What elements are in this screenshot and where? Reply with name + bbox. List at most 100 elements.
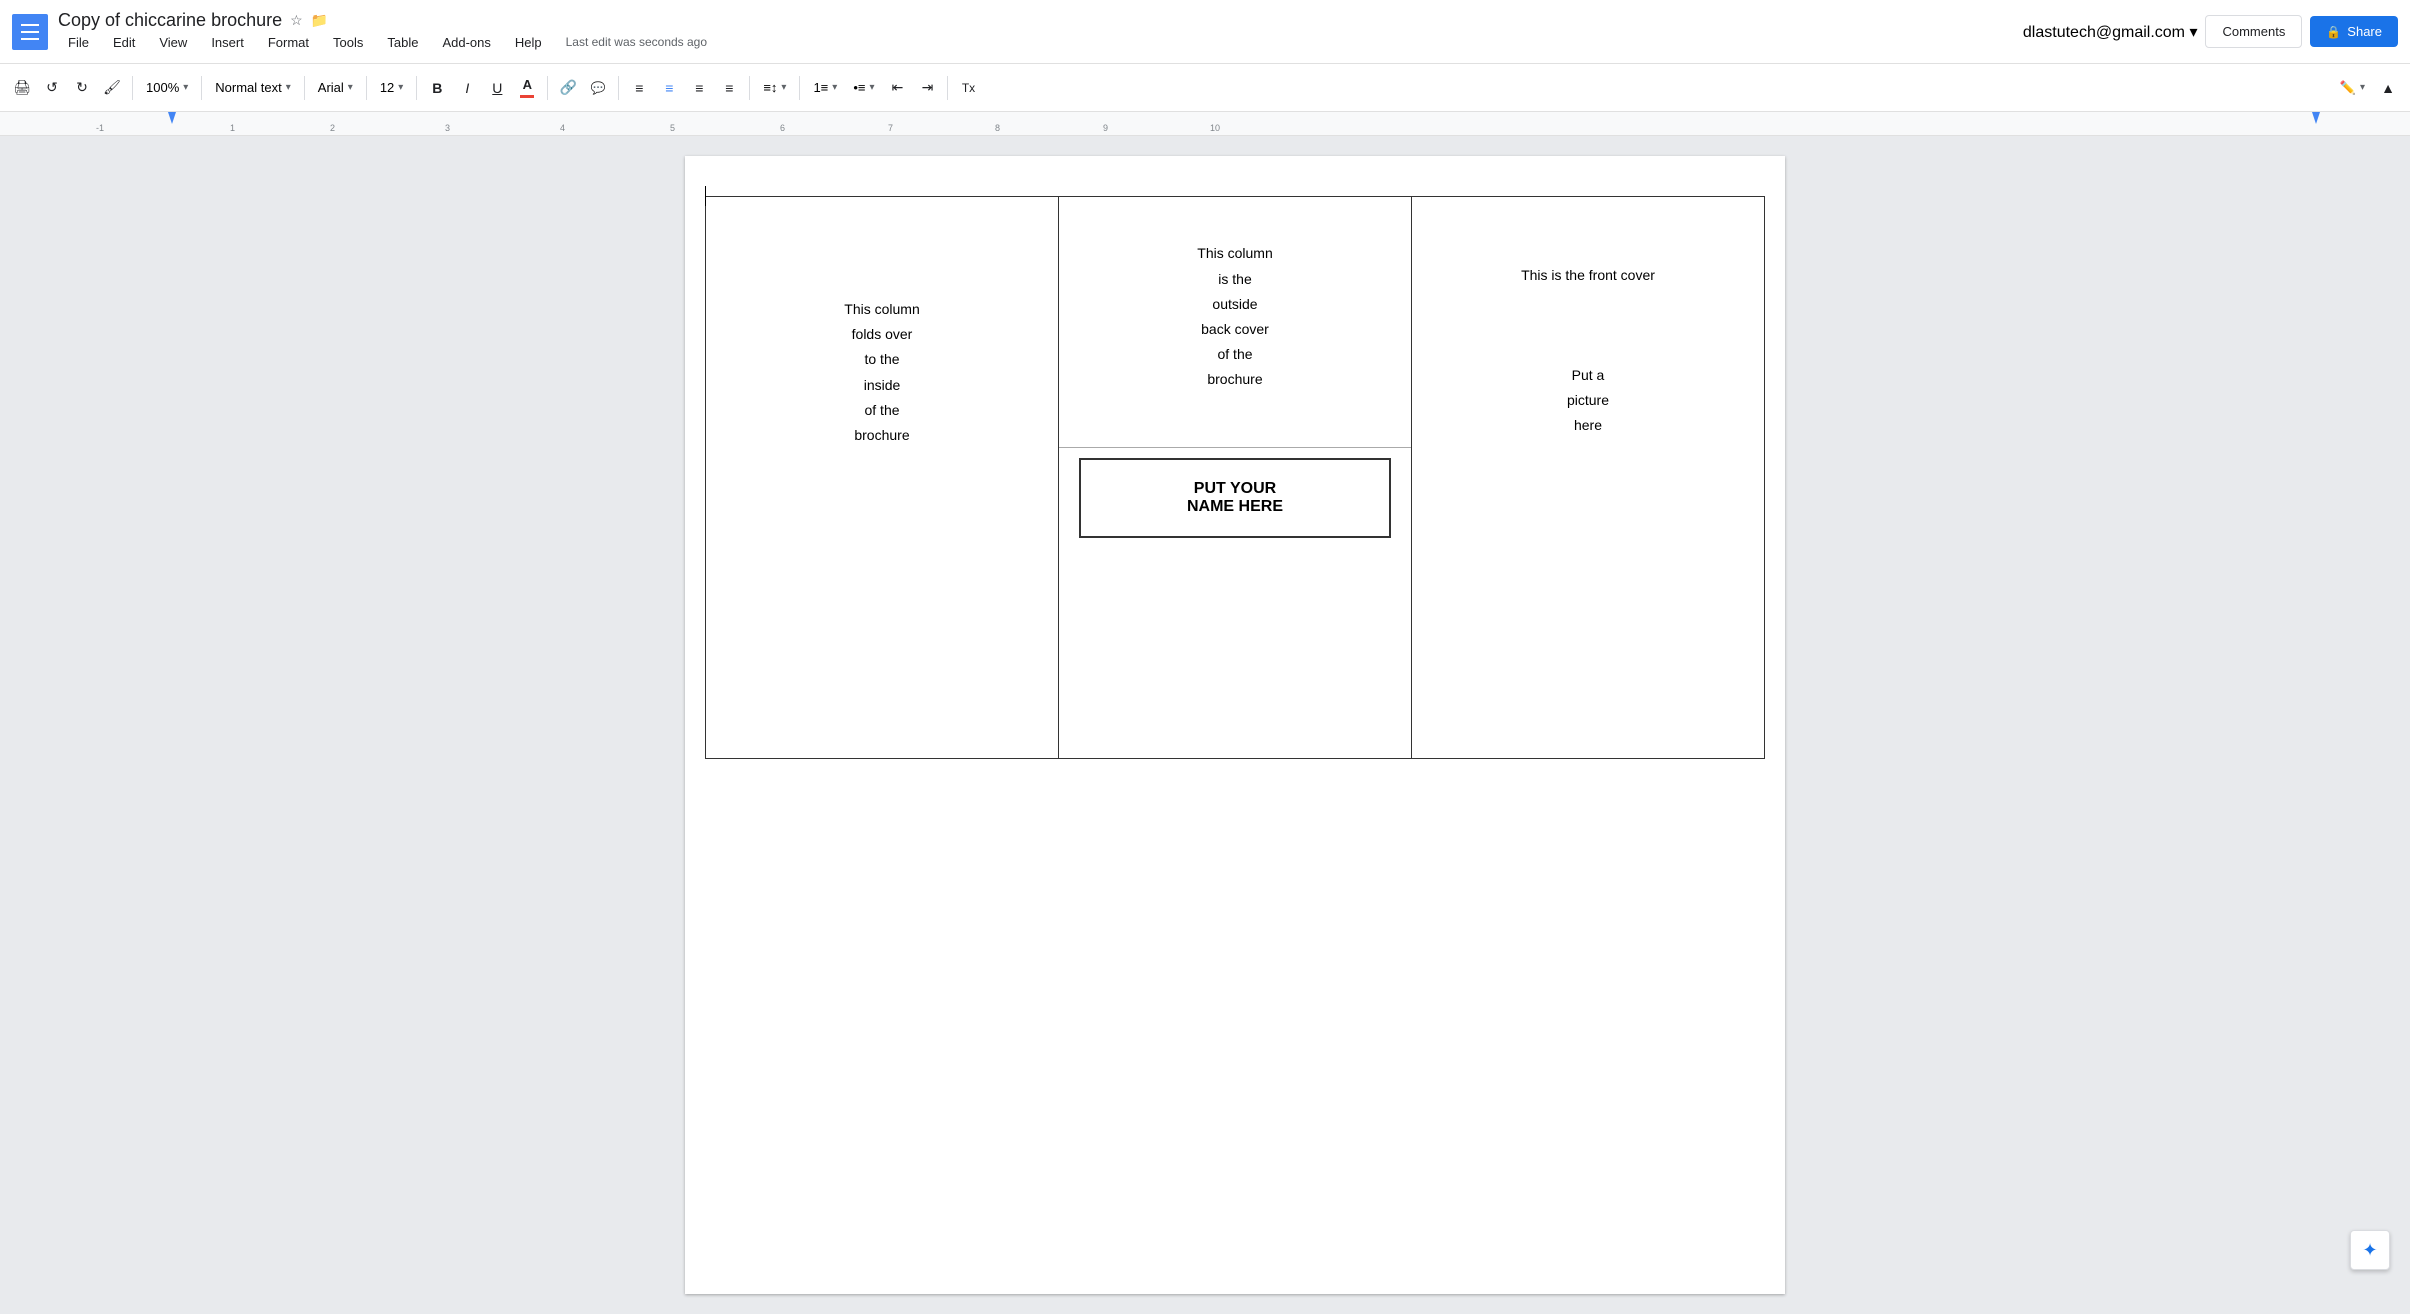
left-margin	[0, 136, 80, 1314]
menu-insert[interactable]: Insert	[201, 31, 254, 54]
col1-content: This column folds over to the inside of …	[726, 217, 1038, 448]
menu-tools[interactable]: Tools	[323, 31, 373, 54]
col2-lower	[1059, 558, 1411, 758]
link-button[interactable]: 🔗	[554, 74, 582, 102]
name-box[interactable]: PUT YOUR NAME HERE	[1079, 458, 1391, 538]
paragraph-style-dropdown[interactable]: Normal text ▾	[208, 74, 298, 102]
menu-edit[interactable]: Edit	[103, 31, 145, 54]
lock-icon: 🔒	[2326, 25, 2341, 39]
col2-upper: This column is the outside back cover of…	[1059, 197, 1411, 437]
para-style-arrow-icon: ▾	[286, 82, 291, 93]
menu-bar: File Edit View Insert Format Tools Table…	[58, 31, 2023, 54]
col3-title: This is the front cover	[1432, 217, 1744, 283]
ul-arrow-icon: ▾	[869, 82, 874, 93]
app-menu-button[interactable]	[12, 14, 48, 50]
right-margin-marker[interactable]	[2312, 112, 2320, 124]
decrease-indent-button[interactable]: ⇤	[883, 74, 911, 102]
bold-button[interactable]: B	[423, 74, 451, 102]
ol-arrow-icon: ▾	[832, 82, 837, 93]
main-content: This column folds over to the inside of …	[0, 136, 2410, 1314]
align-left-button[interactable]: ≡	[625, 74, 653, 102]
menu-format[interactable]: Format	[258, 31, 319, 54]
right-controls: dlastutech@gmail.com ▾ Comments 🔒 Share	[2023, 15, 2398, 48]
justify-button[interactable]: ≡	[715, 74, 743, 102]
last-edit-status: Last edit was seconds ago	[566, 35, 707, 49]
paint-format-button[interactable]: 🖌	[98, 74, 126, 102]
ruler-mark-1: 1	[230, 123, 235, 133]
user-email: dlastutech@gmail.com ▾	[2023, 22, 2198, 42]
col2-divider	[1059, 447, 1411, 448]
print-button[interactable]: 🖨	[8, 74, 36, 102]
brochure-col3[interactable]: This is the front cover Put a picture he…	[1412, 197, 1765, 759]
unordered-list-dropdown[interactable]: •≡ ▾	[846, 74, 881, 102]
share-button[interactable]: 🔒 Share	[2310, 16, 2398, 47]
line-spacing-dropdown[interactable]: ≡↕ ▾	[756, 74, 793, 102]
ruler-mark-6: 6	[780, 123, 785, 133]
undo-button[interactable]: ↺	[38, 74, 66, 102]
clear-formatting-button[interactable]: Tx	[954, 74, 982, 102]
separator-9	[799, 76, 800, 100]
ai-assistant-button[interactable]: ✦	[2350, 1230, 2390, 1270]
underline-button[interactable]: U	[483, 74, 511, 102]
ruler-mark-8: 8	[995, 123, 1000, 133]
separator-5	[416, 76, 417, 100]
brochure-col1[interactable]: This column folds over to the inside of …	[706, 197, 1059, 759]
line-spacing-arrow-icon: ▾	[781, 82, 786, 93]
align-center-button[interactable]: ≡	[655, 74, 683, 102]
ruler-mark-10: 10	[1210, 123, 1220, 133]
document-page[interactable]: This column folds over to the inside of …	[685, 156, 1785, 1294]
comment-button[interactable]: 💬	[584, 74, 612, 102]
separator-6	[547, 76, 548, 100]
top-bar: Copy of chiccarine brochure ☆ 📁 File Edi…	[0, 0, 2410, 64]
brochure-table: This column folds over to the inside of …	[705, 196, 1765, 759]
menu-help[interactable]: Help	[505, 31, 552, 54]
font-color-button[interactable]: A	[513, 74, 541, 102]
ruler: -1 1 2 3 4 5 6 7 8 9 10	[0, 112, 2410, 136]
increase-indent-button[interactable]: ⇥	[913, 74, 941, 102]
font-arrow-icon: ▾	[348, 82, 353, 93]
left-margin-marker[interactable]	[168, 112, 176, 124]
ruler-mark-9: 9	[1103, 123, 1108, 133]
ruler-mark-4: 4	[560, 123, 565, 133]
ruler-mark-7: 7	[888, 123, 893, 133]
separator-7	[618, 76, 619, 100]
right-margin	[2390, 136, 2410, 1314]
doc-title-area: Copy of chiccarine brochure ☆ 📁 File Edi…	[58, 10, 2023, 54]
separator-2	[201, 76, 202, 100]
zoom-arrow-icon: ▾	[183, 82, 188, 93]
separator-4	[366, 76, 367, 100]
zoom-dropdown[interactable]: 100% ▾	[139, 74, 195, 102]
menu-file[interactable]: File	[58, 31, 99, 54]
star-icon[interactable]: ☆	[290, 12, 303, 29]
redo-button[interactable]: ↻	[68, 74, 96, 102]
menu-view[interactable]: View	[149, 31, 197, 54]
align-right-button[interactable]: ≡	[685, 74, 713, 102]
comments-button[interactable]: Comments	[2205, 15, 2302, 48]
font-color-indicator	[520, 95, 534, 98]
drawing-tools-dropdown[interactable]: ✏️ ▾	[2333, 74, 2372, 102]
text-cursor	[705, 186, 706, 206]
ordered-list-dropdown[interactable]: 1≡ ▾	[806, 74, 844, 102]
font-dropdown[interactable]: Arial ▾	[311, 74, 360, 102]
separator-3	[304, 76, 305, 100]
document-title[interactable]: Copy of chiccarine brochure	[58, 10, 282, 31]
ruler-mark-5: 5	[670, 123, 675, 133]
collapse-toolbar-button[interactable]: ▲	[2374, 74, 2402, 102]
ruler-mark-neg1: -1	[96, 123, 104, 133]
brochure-col2[interactable]: This column is the outside back cover of…	[1059, 197, 1412, 759]
ruler-mark-2: 2	[330, 123, 335, 133]
name-box-wrapper: PUT YOUR NAME HERE	[1059, 458, 1411, 558]
page-area: This column folds over to the inside of …	[80, 136, 2390, 1314]
separator-8	[749, 76, 750, 100]
brochure-table-row: This column folds over to the inside of …	[706, 197, 1765, 759]
folder-icon[interactable]: 📁	[311, 12, 328, 29]
font-size-dropdown[interactable]: 12 ▾	[373, 74, 411, 102]
col3-picture: Put a picture here	[1432, 283, 1744, 439]
separator-10	[947, 76, 948, 100]
menu-table[interactable]: Table	[377, 31, 428, 54]
ruler-mark-3: 3	[445, 123, 450, 133]
font-size-arrow-icon: ▾	[398, 82, 403, 93]
menu-addons[interactable]: Add-ons	[432, 31, 500, 54]
italic-button[interactable]: I	[453, 74, 481, 102]
draw-arrow-icon: ▾	[2360, 82, 2365, 93]
